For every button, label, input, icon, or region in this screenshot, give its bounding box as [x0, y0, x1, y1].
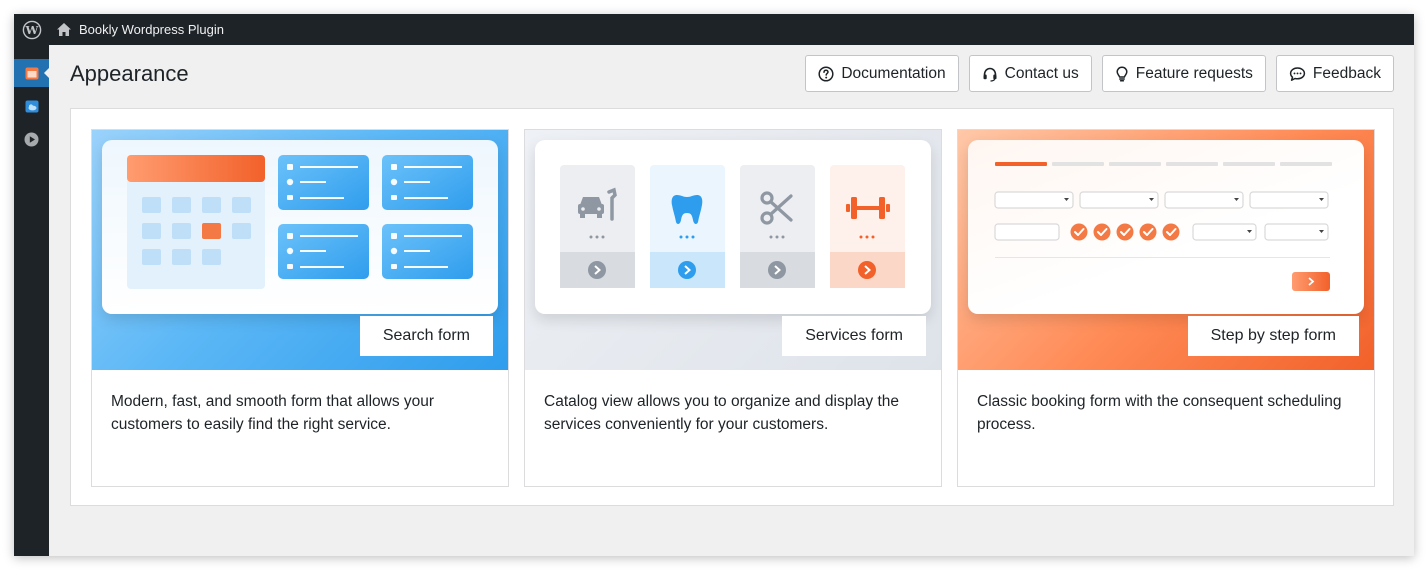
bookly-calendar-icon: [25, 67, 38, 79]
services-form-label[interactable]: Services form: [782, 316, 926, 356]
header-toolbar: Documentation Contact us Feature request…: [805, 55, 1394, 92]
wordpress-logo-icon[interactable]: W: [14, 14, 49, 45]
search-form-description: Modern, fast, and smooth form that allow…: [111, 393, 435, 433]
services-form-preview-image: Services form: [525, 130, 941, 370]
cloud-icon: [25, 100, 38, 112]
home-icon: [57, 23, 71, 36]
services-form-illustration: [560, 165, 905, 288]
step-by-step-form-preview-frame: [968, 140, 1364, 314]
feature-requests-label: Feature requests: [1135, 64, 1253, 82]
lightbulb-icon: [1116, 66, 1128, 82]
site-name: Bookly Wordpress Plugin: [79, 22, 224, 37]
services-form-description: Catalog view allows you to organize and …: [544, 393, 899, 433]
feature-requests-button[interactable]: Feature requests: [1101, 55, 1266, 92]
play-icon: [24, 132, 39, 146]
chat-bubble-icon: [1289, 66, 1306, 81]
step-by-step-form-preview-image: Step by step form: [958, 130, 1374, 370]
site-home-link[interactable]: Bookly Wordpress Plugin: [56, 22, 224, 37]
sidebar-item-media[interactable]: [14, 125, 49, 153]
step-by-step-form-card[interactable]: Step by step form Classic booking form w…: [957, 129, 1375, 487]
sidebar-item-cloud[interactable]: [14, 92, 49, 120]
search-form-card[interactable]: Search form Modern, fast, and smooth for…: [91, 129, 509, 487]
admin-sidebar: [14, 45, 49, 556]
services-form-card[interactable]: Services form Catalog view allows you to…: [524, 129, 942, 487]
sidebar-item-bookly[interactable]: [14, 59, 49, 87]
question-circle-icon: [818, 65, 834, 82]
contact-us-label: Contact us: [1004, 64, 1079, 82]
step-by-step-form-label[interactable]: Step by step form: [1187, 316, 1359, 356]
feedback-button[interactable]: Feedback: [1275, 55, 1394, 92]
svg-text:W: W: [24, 23, 39, 37]
headset-icon: [983, 67, 997, 82]
documentation-button[interactable]: Documentation: [805, 55, 959, 92]
search-form-illustration: [127, 155, 473, 289]
search-form-preview-frame: [102, 140, 498, 314]
search-form-preview-image: Search form: [92, 130, 508, 370]
feedback-label: Feedback: [1312, 64, 1381, 82]
appearance-panel: Search form Modern, fast, and smooth for…: [70, 108, 1394, 506]
main-content: Appearance Documentation Contact us Feat…: [49, 45, 1414, 556]
contact-us-button[interactable]: Contact us: [968, 55, 1092, 92]
step-by-step-form-description: Classic booking form with the consequent…: [977, 393, 1342, 433]
step-by-step-form-illustration: [994, 162, 1332, 291]
page-title: Appearance: [70, 61, 189, 86]
services-form-preview-frame: [535, 140, 931, 314]
search-form-label[interactable]: Search form: [359, 316, 493, 356]
admin-bar: W Bookly Wordpress Plugin: [14, 14, 1414, 45]
documentation-label: Documentation: [841, 64, 946, 82]
app-window: W Bookly Wordpress Plugin Appearance Doc…: [14, 14, 1414, 556]
